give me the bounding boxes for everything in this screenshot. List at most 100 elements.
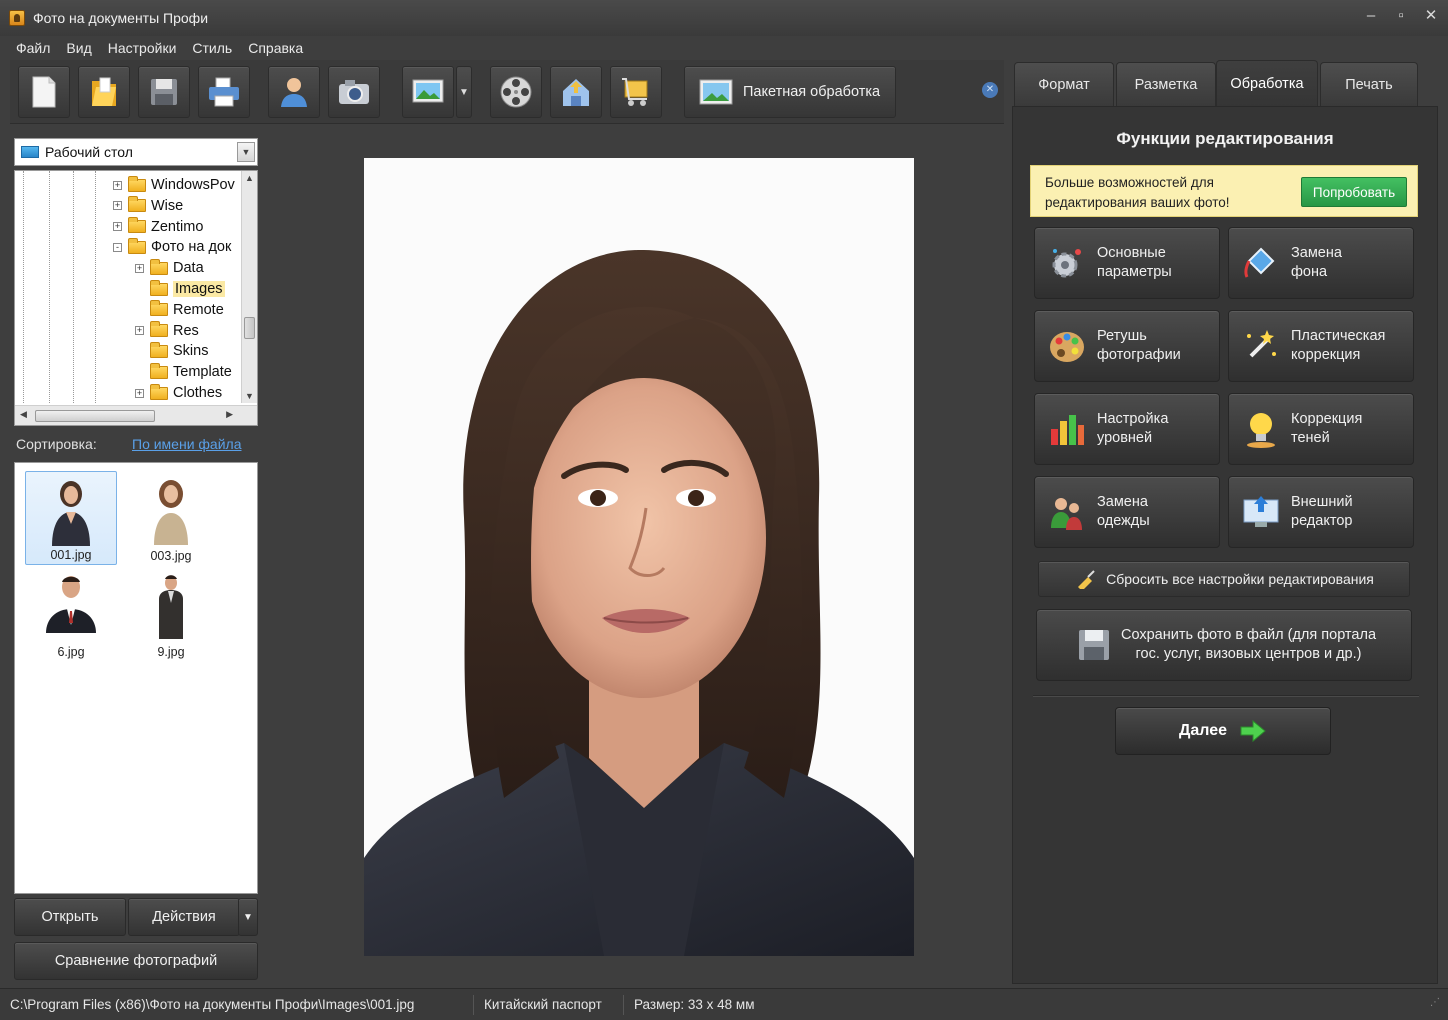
status-size: Размер: 33 x 48 мм bbox=[634, 996, 755, 1012]
actions-button[interactable]: Действия bbox=[128, 898, 240, 936]
menu-file[interactable]: Файл bbox=[8, 40, 58, 56]
print-button[interactable] bbox=[198, 66, 250, 118]
thumbnail-item[interactable]: 003.jpg bbox=[125, 471, 217, 565]
tree-item-label: Template bbox=[173, 364, 232, 381]
tree-item[interactable]: + Res bbox=[135, 321, 199, 341]
folder-icon bbox=[128, 175, 146, 192]
resize-grip-icon[interactable]: ⋰ bbox=[1430, 997, 1440, 1008]
clothes-replace-button[interactable]: Замена одежды bbox=[1034, 476, 1220, 548]
tree-item[interactable]: + Zentimo bbox=[113, 217, 203, 237]
expand-icon bbox=[135, 285, 144, 294]
menu-view[interactable]: Вид bbox=[58, 40, 99, 56]
floppy-disk-icon bbox=[1079, 630, 1109, 660]
expand-icon[interactable]: + bbox=[113, 201, 122, 211]
tree-item[interactable]: Images bbox=[135, 279, 225, 299]
tab-print[interactable]: Печать bbox=[1320, 62, 1418, 106]
monitor-upload-icon bbox=[1243, 496, 1279, 527]
tree-vertical-scrollbar[interactable]: ▲ ▼ bbox=[241, 171, 257, 403]
save-photo-button[interactable]: Сохранить фото в файл (для портала гос. … bbox=[1036, 609, 1412, 681]
open-file-button[interactable]: Открыть bbox=[14, 898, 126, 936]
gear-icon bbox=[1052, 249, 1081, 278]
print-icon bbox=[209, 77, 239, 107]
levels-button[interactable]: Настройка уровней bbox=[1034, 393, 1220, 465]
tab-format[interactable]: Формат bbox=[1014, 62, 1114, 106]
folder-icon bbox=[128, 196, 146, 213]
next-button[interactable]: Далее bbox=[1115, 707, 1331, 755]
open-button[interactable] bbox=[78, 66, 130, 118]
basic-parameters-label: Основные параметры bbox=[1097, 245, 1172, 280]
menu-settings[interactable]: Настройки bbox=[100, 40, 185, 56]
image-button[interactable] bbox=[402, 66, 454, 118]
batch-processing-button[interactable]: Пакетная обработка bbox=[684, 66, 896, 118]
thumbnail-item[interactable]: 9.jpg bbox=[125, 567, 217, 661]
shadow-correction-button[interactable]: Коррекция теней bbox=[1228, 393, 1414, 465]
scroll-left-icon[interactable]: ◀ bbox=[20, 409, 27, 420]
image-dropdown-button[interactable]: ▼ bbox=[456, 66, 472, 118]
close-panel-icon[interactable]: ✕ bbox=[982, 82, 998, 98]
scroll-right-icon[interactable]: ▶ bbox=[226, 409, 233, 420]
tree-item[interactable]: + WindowsPov bbox=[113, 175, 235, 195]
tab-processing[interactable]: Обработка bbox=[1216, 60, 1318, 106]
thumbnail-item[interactable]: 001.jpg bbox=[25, 471, 117, 565]
thumbnail-item[interactable]: 6.jpg bbox=[25, 567, 117, 661]
external-editor-button[interactable]: Внешний редактор bbox=[1228, 476, 1414, 548]
tree-item[interactable]: Template bbox=[135, 362, 232, 382]
expand-icon[interactable]: + bbox=[135, 263, 144, 273]
minimize-button[interactable]: – bbox=[1362, 6, 1380, 26]
actions-label: Действия bbox=[152, 909, 216, 925]
save-button[interactable] bbox=[138, 66, 190, 118]
folder-tree[interactable]: + WindowsPov + Wise + Zentimo - Фото на док + Dat… bbox=[14, 170, 258, 426]
tree-item[interactable]: - Фото на док bbox=[113, 237, 231, 257]
scroll-thumb[interactable] bbox=[244, 317, 255, 339]
man-portrait-thumbnail bbox=[159, 575, 183, 639]
external-editor-label: Внешний редактор bbox=[1291, 494, 1353, 529]
status-bar: C:\Program Files (x86)\Фото на документы… bbox=[0, 988, 1448, 1020]
tree-item[interactable]: Remote bbox=[135, 300, 224, 320]
scroll-up-icon[interactable]: ▲ bbox=[245, 173, 254, 183]
compare-photos-button[interactable]: Сравнение фотографий bbox=[14, 942, 258, 980]
tree-item-label: Images bbox=[173, 281, 225, 297]
upload-button[interactable] bbox=[550, 66, 602, 118]
actions-dropdown-button[interactable]: ▼ bbox=[238, 898, 258, 936]
chevron-down-icon[interactable]: ▼ bbox=[237, 142, 255, 162]
folder-icon bbox=[150, 300, 168, 317]
menu-help[interactable]: Справка bbox=[240, 40, 311, 56]
order-button[interactable] bbox=[610, 66, 662, 118]
photo-preview[interactable] bbox=[364, 158, 914, 956]
video-button[interactable] bbox=[490, 66, 542, 118]
new-document-button[interactable] bbox=[18, 66, 70, 118]
tree-item[interactable]: + Data bbox=[135, 258, 204, 278]
maximize-button[interactable]: ▫ bbox=[1392, 6, 1410, 26]
expand-icon[interactable]: + bbox=[135, 388, 144, 398]
expand-icon[interactable]: + bbox=[113, 222, 122, 232]
try-button[interactable]: Попробовать bbox=[1301, 177, 1407, 207]
camera-button[interactable] bbox=[328, 66, 380, 118]
palette-icon bbox=[1050, 332, 1084, 362]
background-replace-button[interactable]: Замена фона bbox=[1228, 227, 1414, 299]
reset-settings-button[interactable]: Сбросить все настройки редактирования bbox=[1038, 561, 1410, 597]
tree-item[interactable]: + Clothes bbox=[135, 383, 222, 403]
folder-select[interactable]: Рабочий стол ▼ bbox=[14, 138, 258, 166]
basic-parameters-button[interactable]: Основные параметры bbox=[1034, 227, 1220, 299]
folder-icon bbox=[150, 258, 168, 275]
expand-icon[interactable]: + bbox=[135, 326, 144, 336]
menu-style[interactable]: Стиль bbox=[184, 40, 240, 56]
tab-layout[interactable]: Разметка bbox=[1116, 62, 1216, 106]
toolbar: ▼ Пакетная обработка ✕ bbox=[10, 60, 1004, 124]
person-photo-button[interactable] bbox=[268, 66, 320, 118]
scroll-down-icon[interactable]: ▼ bbox=[245, 391, 254, 401]
close-button[interactable]: ✕ bbox=[1422, 6, 1440, 26]
broom-icon bbox=[1078, 570, 1095, 589]
folder-icon bbox=[150, 321, 168, 338]
collapse-icon[interactable]: - bbox=[113, 242, 122, 252]
plastic-correction-button[interactable]: Пластическая коррекция bbox=[1228, 310, 1414, 382]
tree-item[interactable]: Skins bbox=[135, 341, 208, 361]
thumbnail-grid: 001.jpg 003.jpg 6.jpg 9.jpg bbox=[14, 462, 258, 894]
scroll-thumb[interactable] bbox=[35, 410, 155, 422]
tree-item[interactable]: + Wise bbox=[113, 196, 183, 216]
sort-by-link[interactable]: По имени файла bbox=[132, 436, 242, 452]
tree-horizontal-scrollbar[interactable]: ◀ ▶ bbox=[15, 405, 257, 425]
retouch-label: Ретушь фотографии bbox=[1097, 328, 1181, 363]
retouch-button[interactable]: Ретушь фотографии bbox=[1034, 310, 1220, 382]
expand-icon[interactable]: + bbox=[113, 180, 122, 190]
